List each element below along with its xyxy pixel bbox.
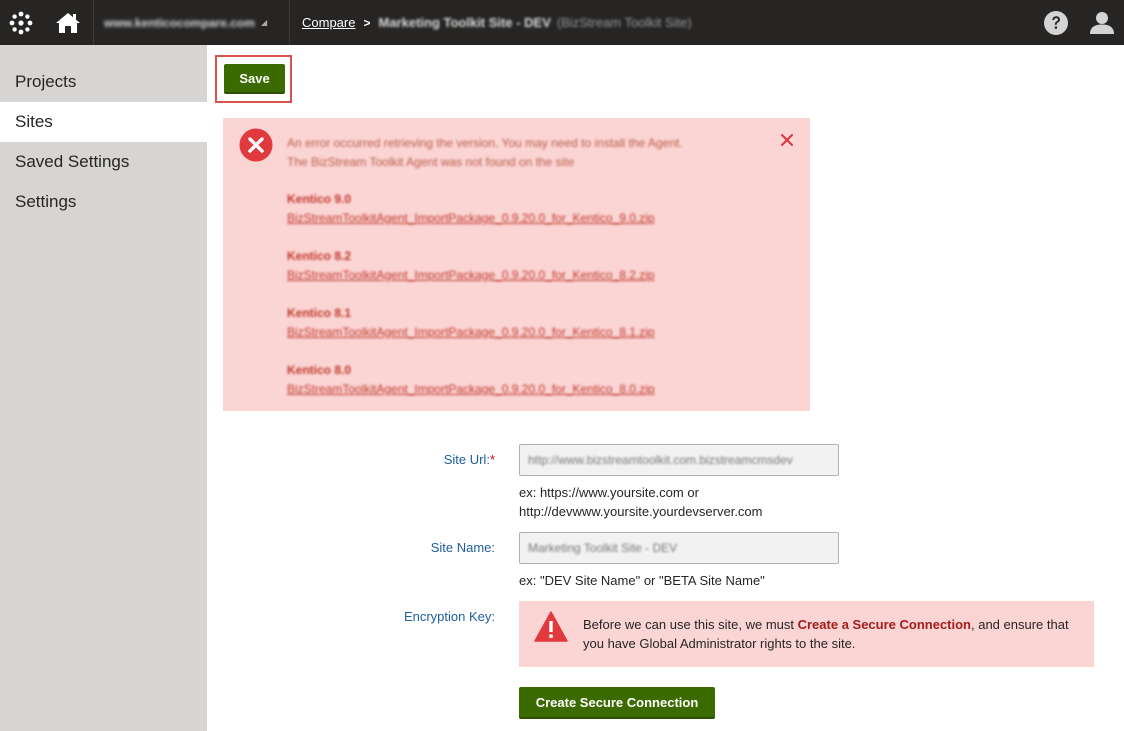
sidebar-item-projects[interactable]: Projects (0, 62, 207, 102)
version-title: Kentico 8.2 (287, 249, 352, 263)
version-title: Kentico 8.0 (287, 363, 352, 377)
version-block: Kentico 8.0 BizStreamToolkitAgent_Import… (287, 361, 655, 399)
error-message: An error occurred retrieving the version… (287, 134, 683, 172)
selector-corner-icon: ◢ (260, 18, 268, 27)
home-button[interactable] (42, 0, 94, 45)
version-title: Kentico 8.1 (287, 306, 352, 320)
version-download-link[interactable]: BizStreamToolkitAgent_ImportPackage_0.9.… (287, 209, 655, 228)
topbar-actions (1032, 0, 1124, 45)
encryption-key-label-text: Encryption Key: (403, 609, 495, 624)
site-url-value: http://www.bizstreamtoolkit.com.bizstrea… (528, 453, 793, 467)
error-alert: An error occurred retrieving the version… (223, 118, 810, 411)
sidebar-item-sites[interactable]: Sites (0, 102, 207, 142)
user-button[interactable] (1080, 0, 1124, 45)
version-title: Kentico 9.0 (287, 192, 352, 206)
version-block: Kentico 8.2 BizStreamToolkitAgent_Import… (287, 247, 655, 285)
sidebar-item-saved-settings[interactable]: Saved Settings (0, 142, 207, 182)
encryption-key-label: Encryption Key: (295, 609, 495, 624)
kentico-logo-icon[interactable] (0, 0, 42, 45)
version-download-link[interactable]: BizStreamToolkitAgent_ImportPackage_0.9.… (287, 323, 655, 342)
warning-message: Before we can use this site, we must Cre… (583, 615, 1083, 653)
required-mark: * (489, 452, 495, 467)
site-url-input[interactable]: http://www.bizstreamtoolkit.com.bizstrea… (519, 444, 839, 476)
warning-text-pre: Before we can use this site, we must (583, 617, 798, 632)
help-icon (1044, 10, 1068, 35)
error-circle-icon (239, 128, 273, 162)
breadcrumb: Compare > Marketing Toolkit Site - DEV (… (290, 0, 692, 45)
breadcrumb-sub: (BizStream Toolkit Site) (556, 15, 692, 30)
version-download-link[interactable]: BizStreamToolkitAgent_ImportPackage_0.9.… (287, 266, 655, 285)
breadcrumb-current: Marketing Toolkit Site - DEV (378, 15, 551, 30)
version-block: Kentico 9.0 BizStreamToolkitAgent_Import… (287, 190, 655, 228)
site-name-label-text: Site Name: (430, 540, 495, 555)
breadcrumb-compare-link[interactable]: Compare (302, 15, 355, 30)
breadcrumb-separator: > (363, 15, 371, 30)
version-download-link[interactable]: BizStreamToolkitAgent_ImportPackage_0.9.… (287, 380, 655, 399)
site-url-hint-line-1: ex: https://www.yoursite.com or (519, 485, 699, 500)
warning-triangle-icon (534, 611, 568, 642)
site-url-label: Site Url:* (295, 452, 495, 467)
site-name-label: Site Name: (295, 540, 495, 555)
site-url-hint: ex: https://www.yoursite.com or http://d… (519, 483, 763, 521)
site-name-input[interactable]: Marketing Toolkit Site - DEV (519, 532, 839, 564)
close-icon[interactable] (779, 132, 795, 148)
site-url-hint-line-2: http://devwww.yoursite.yourdevserver.com (519, 504, 763, 519)
top-bar: www.kenticocompare.com ◢ Compare > Marke… (0, 0, 1124, 45)
save-highlight: Save (215, 55, 292, 103)
create-secure-connection-button[interactable]: Create Secure Connection (519, 687, 715, 719)
error-line-1: An error occurred retrieving the version… (287, 136, 683, 150)
sidebar-item-settings[interactable]: Settings (0, 182, 207, 222)
help-button[interactable] (1032, 0, 1080, 45)
save-button[interactable]: Save (224, 64, 285, 94)
site-name-value: Marketing Toolkit Site - DEV (528, 541, 678, 555)
site-name-hint: ex: "DEV Site Name" or "BETA Site Name" (519, 573, 765, 588)
site-url-label-text: Site Url: (443, 452, 490, 467)
create-secure-connection-link[interactable]: Create a Secure Connection (798, 617, 971, 632)
version-block: Kentico 8.1 BizStreamToolkitAgent_Import… (287, 304, 655, 342)
site-selector[interactable]: www.kenticocompare.com ◢ (94, 0, 290, 45)
encryption-warning: Before we can use this site, we must Cre… (519, 601, 1094, 667)
home-icon (55, 12, 80, 33)
site-selector-label: www.kenticocompare.com (104, 15, 255, 30)
sidebar: Projects Sites Saved Settings Settings (0, 45, 207, 731)
error-line-2: The BizStream Toolkit Agent was not foun… (287, 155, 575, 169)
user-icon (1090, 11, 1114, 34)
